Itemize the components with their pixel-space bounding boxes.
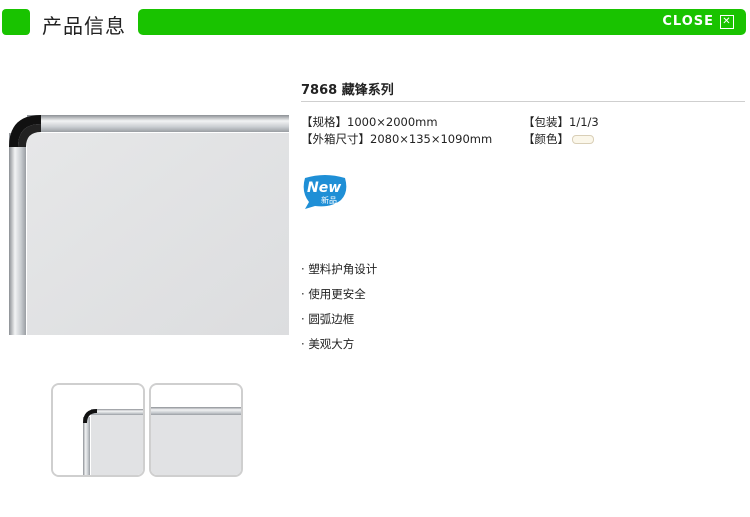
header-bar: 产品信息 CLOSE ✕: [0, 0, 750, 40]
title-divider: [301, 101, 745, 102]
spec-size-label: 【规格】: [301, 115, 347, 129]
header-green-bar: CLOSE ✕: [138, 9, 746, 35]
feature-item: · 美观大方: [301, 337, 355, 351]
color-swatch: [572, 135, 594, 144]
close-icon: ✕: [720, 14, 734, 29]
thumbnail-edge[interactable]: [149, 383, 243, 477]
main-product-image: [5, 111, 289, 335]
spec-outer-box-label: 【外箱尺寸】: [301, 132, 370, 146]
spec-size-value: 1000×2000mm: [347, 115, 438, 129]
feature-item: · 使用更安全: [301, 287, 366, 301]
new-badge-icon: New 新品: [301, 174, 349, 214]
header-accent: [2, 9, 30, 35]
thumbnail-corner[interactable]: [51, 383, 145, 477]
spec-outer-box: 【外箱尺寸】2080×135×1090mm: [301, 131, 492, 147]
feature-item: · 圆弧边框: [301, 312, 355, 326]
close-button[interactable]: CLOSE ✕: [662, 14, 734, 29]
spec-color: 【颜色】: [523, 131, 594, 147]
close-label: CLOSE: [662, 14, 714, 29]
spec-outer-box-value: 2080×135×1090mm: [370, 132, 493, 146]
spec-packing: 【包装】1/1/3: [523, 114, 599, 130]
spec-size: 【规格】1000×2000mm: [301, 114, 438, 130]
feature-item: · 塑料护角设计: [301, 262, 378, 276]
spec-packing-label: 【包装】: [523, 115, 569, 129]
spec-packing-value: 1/1/3: [569, 115, 599, 129]
spec-color-label: 【颜色】: [523, 132, 569, 146]
badge-subtext: 新品: [321, 195, 337, 205]
product-name: 7868 藏锋系列: [301, 83, 394, 98]
badge-text: New: [307, 180, 341, 196]
page-title: 产品信息: [42, 14, 126, 38]
